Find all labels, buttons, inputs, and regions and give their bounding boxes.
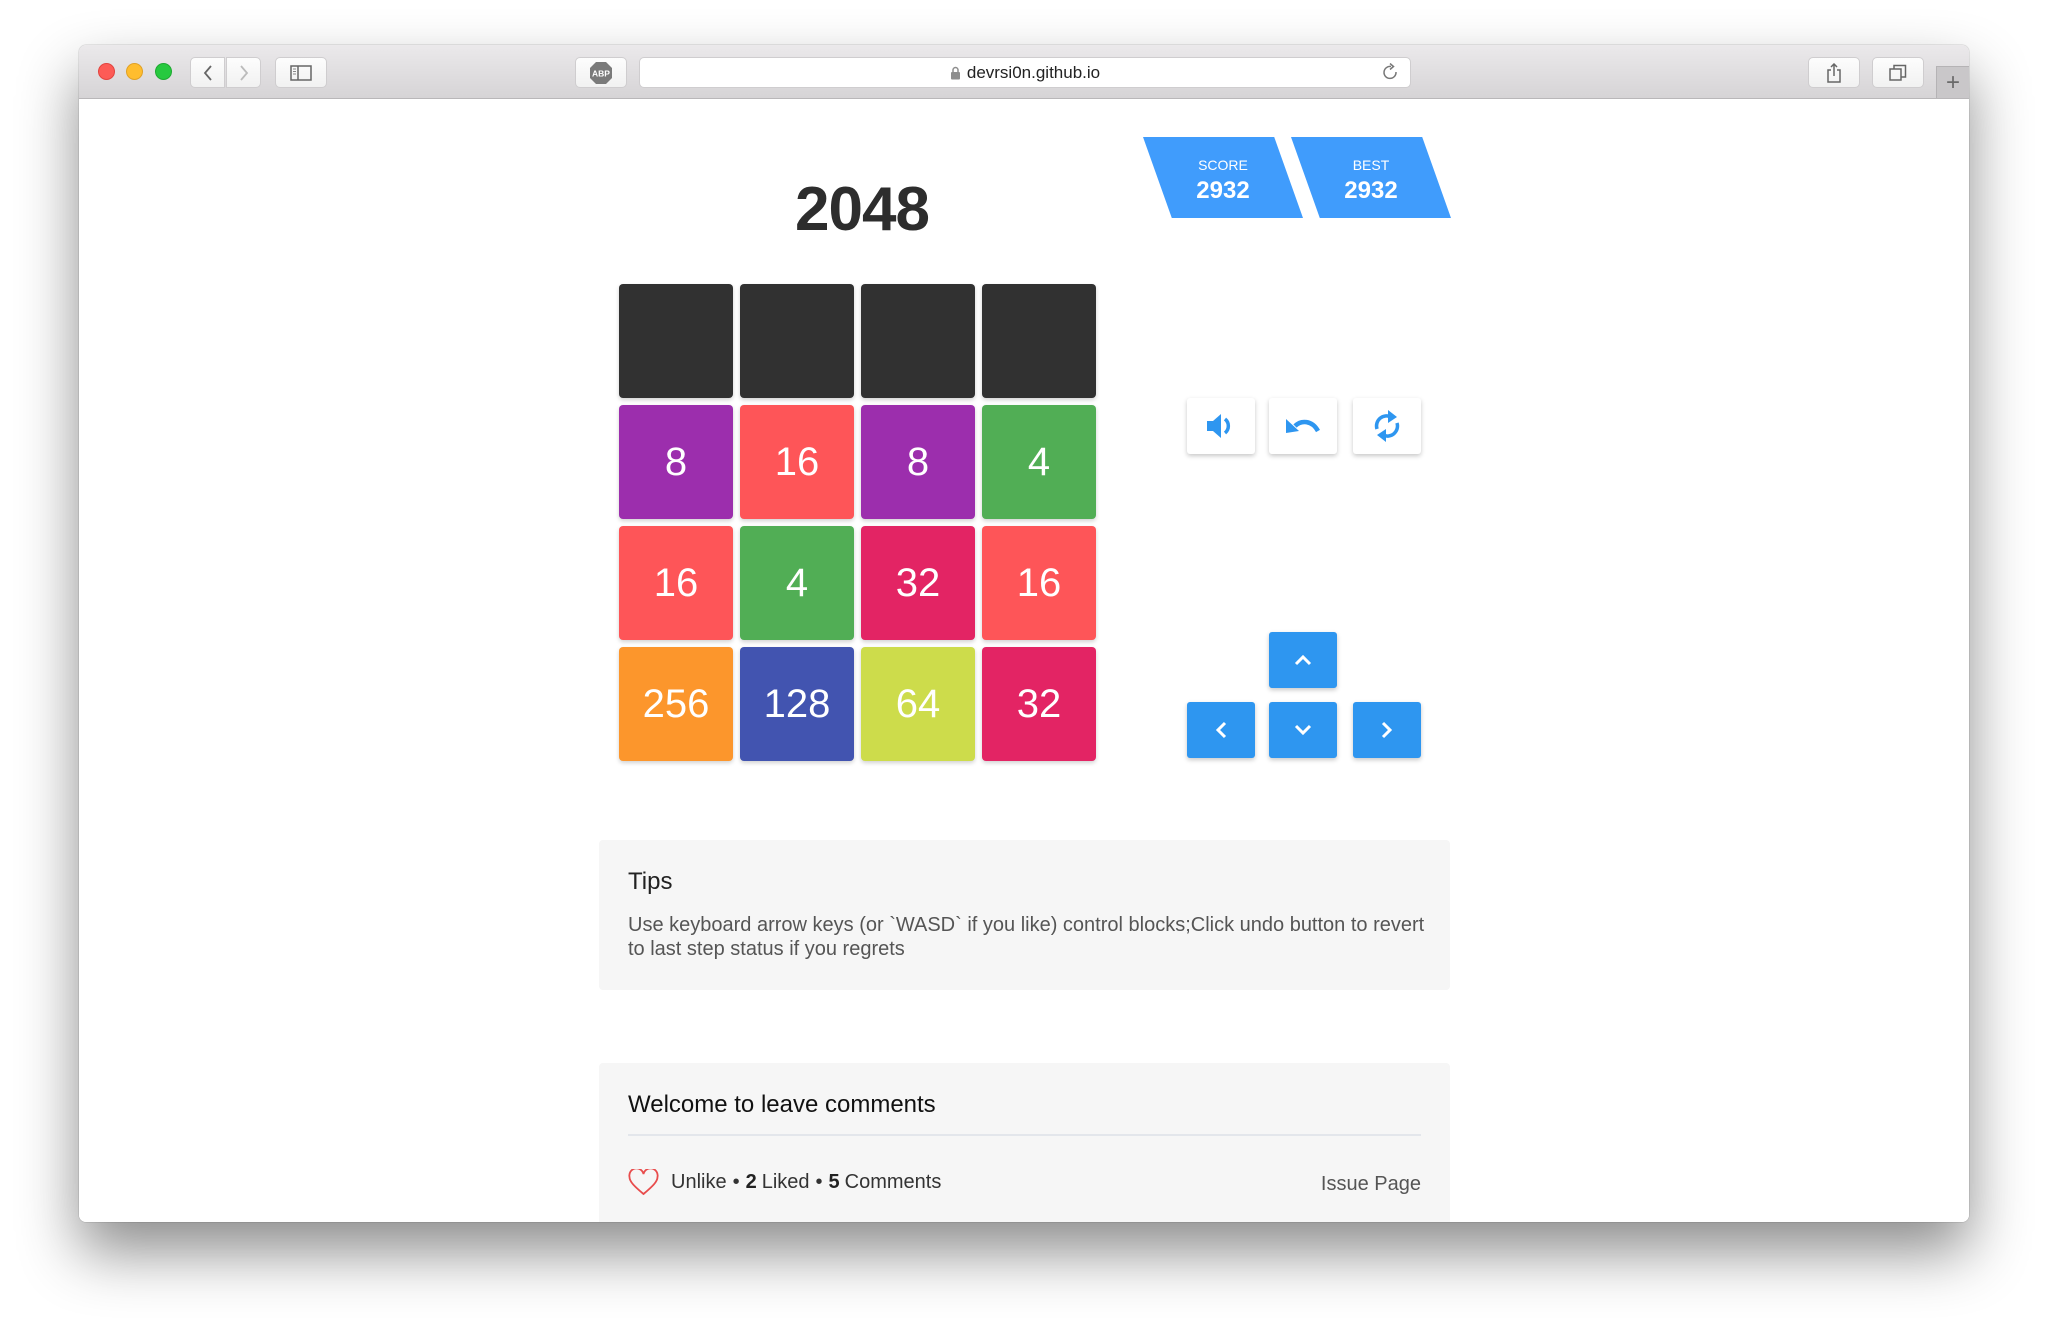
adblock-button[interactable]: ABP: [575, 57, 627, 88]
sound-toggle-button[interactable]: [1187, 398, 1255, 454]
tile: 128: [740, 647, 854, 761]
tile-value: 64: [895, 681, 941, 726]
tile-value: 8: [906, 439, 930, 484]
liked-count: 2: [745, 1171, 757, 1193]
best-box: BEST 2932: [1291, 137, 1451, 218]
tile-value: 16: [1016, 560, 1062, 605]
page-content: 2048 SCORE 2932 BEST 2932 8 16 8 4 16 4 32 16 25…: [79, 99, 1969, 1222]
empty-tile: [740, 284, 854, 398]
undo-button[interactable]: [1269, 398, 1337, 454]
move-left-button[interactable]: [1187, 702, 1255, 758]
sidebar-icon: [290, 64, 312, 81]
tile: 16: [982, 526, 1096, 640]
tile: 8: [861, 405, 975, 519]
close-window-button[interactable]: [98, 63, 115, 80]
chevron-left-icon: [1215, 721, 1227, 739]
tile-value: 16: [653, 560, 699, 605]
chevron-down-icon: [1294, 724, 1312, 736]
comments-panel: Welcome to leave comments Unlike • 2 Lik…: [599, 1063, 1450, 1222]
tips-text: Use keyboard arrow keys (or `WASD` if yo…: [628, 914, 1425, 960]
share-button[interactable]: [1808, 57, 1860, 88]
heart-icon[interactable]: [628, 1169, 659, 1196]
restart-button[interactable]: [1353, 398, 1421, 454]
score-label: SCORE: [1198, 157, 1248, 173]
tile-value: 128: [763, 681, 831, 726]
tips-title: Tips: [628, 868, 673, 895]
tips-panel: Tips Use keyboard arrow keys (or `WASD` …: [599, 840, 1450, 990]
svg-text:ABP: ABP: [592, 68, 610, 78]
tile: 4: [982, 405, 1096, 519]
chevron-left-icon: [203, 64, 212, 81]
address-bar[interactable]: devrsi0n.github.io: [639, 57, 1411, 88]
tile-value: 4: [1027, 439, 1051, 484]
best-label: BEST: [1352, 157, 1390, 173]
tile-value: 256: [642, 681, 710, 726]
back-button[interactable]: [190, 57, 225, 88]
comments-title: Welcome to leave comments: [628, 1091, 936, 1118]
sidebar-toggle-button[interactable]: [275, 57, 327, 88]
chevron-up-icon: [1294, 654, 1312, 666]
tile: 8: [619, 405, 733, 519]
new-tab-button[interactable]: +: [1936, 66, 1969, 98]
game-board: 8 16 8 4 16 4 32 16 256 128 64 32: [619, 284, 1096, 761]
comments-divider: [628, 1134, 1421, 1136]
adblock-icon: ABP: [590, 61, 612, 84]
separator: •: [732, 1171, 740, 1193]
url-text: devrsi0n.github.io: [966, 62, 1101, 82]
tile: 256: [619, 647, 733, 761]
move-right-button[interactable]: [1353, 702, 1421, 758]
tile: 64: [861, 647, 975, 761]
tile: 32: [982, 647, 1096, 761]
comments-label: Comments: [844, 1171, 942, 1193]
unlike-link[interactable]: Unlike: [671, 1171, 727, 1194]
browser-window: ABP devrsi0n.github.io + 2048 SCORE 2932…: [79, 45, 1969, 1222]
refresh-icon: [1374, 410, 1400, 442]
empty-tile: [619, 284, 733, 398]
move-up-button[interactable]: [1269, 632, 1337, 688]
zoom-window-button[interactable]: [155, 63, 172, 80]
undo-icon: [1286, 419, 1320, 433]
plus-icon: +: [1945, 68, 1960, 96]
best-value: 2932: [1344, 177, 1398, 204]
issue-page-link[interactable]: Issue Page: [1321, 1173, 1421, 1196]
minimize-window-button[interactable]: [126, 63, 143, 80]
browser-toolbar: ABP devrsi0n.github.io +: [79, 45, 1969, 99]
game-title: 2048: [795, 175, 930, 244]
tile-value: 16: [774, 439, 820, 484]
lock-icon: [950, 66, 960, 79]
tile-value: 32: [895, 560, 941, 605]
tile-value: 8: [664, 439, 688, 484]
chevron-right-icon: [239, 64, 248, 81]
reload-icon[interactable]: [1382, 63, 1400, 83]
move-down-button[interactable]: [1269, 702, 1337, 758]
tile: 16: [619, 526, 733, 640]
separator: •: [815, 1171, 823, 1193]
score-box: SCORE 2932: [1143, 137, 1303, 218]
tile: 16: [740, 405, 854, 519]
tile-value: 32: [1016, 681, 1062, 726]
score-value: 2932: [1196, 177, 1250, 204]
comments-count: 5: [828, 1171, 840, 1193]
tabs-overview-button[interactable]: [1872, 57, 1924, 88]
comments-meta: Unlike • 2 Liked • 5 Comments: [628, 1169, 941, 1196]
tile: 32: [861, 526, 975, 640]
empty-tile: [861, 284, 975, 398]
forward-button[interactable]: [226, 57, 261, 88]
tile: 4: [740, 526, 854, 640]
empty-tile: [982, 284, 1096, 398]
chevron-right-icon: [1381, 721, 1393, 739]
liked-label: Liked: [761, 1171, 810, 1193]
share-icon: [1827, 62, 1841, 83]
tabs-icon: [1889, 64, 1907, 81]
tile-value: 4: [785, 560, 809, 605]
volume-icon: [1207, 414, 1231, 438]
